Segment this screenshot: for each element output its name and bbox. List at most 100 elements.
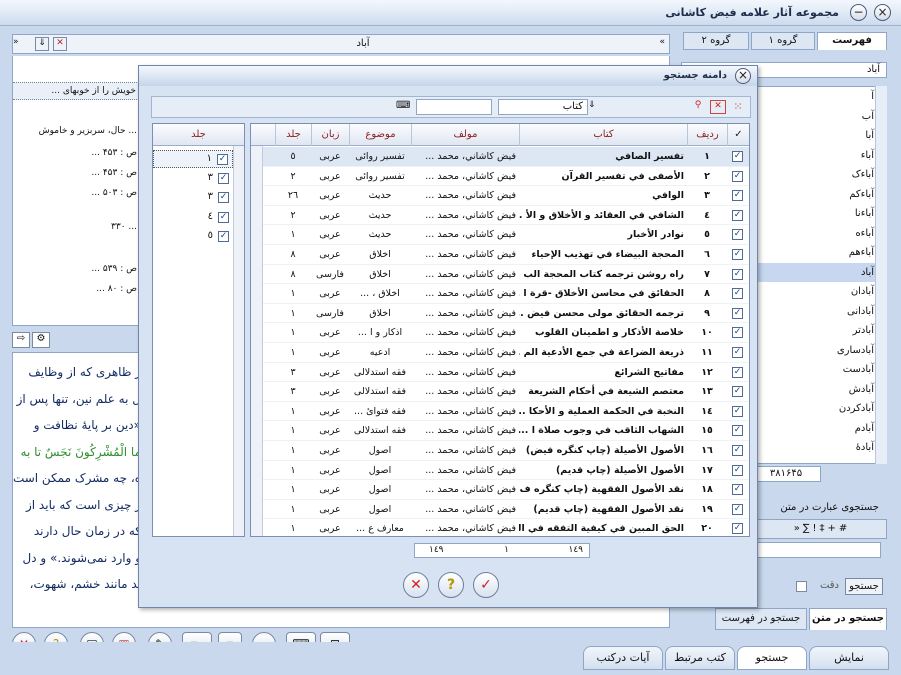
- col-author[interactable]: مولف: [411, 124, 519, 146]
- table-row[interactable]: ✓ ۲ الأصفى في تفسير القرآن فيض كاشاني، محمد…: [251, 167, 749, 187]
- result-line[interactable]: ... ص : ۴۵۳: [13, 148, 141, 158]
- table-row[interactable]: ✓ ۱ تفسير الصافي فيض كاشاني، محمد ... تفسير …: [251, 147, 749, 167]
- table-row[interactable]: ✓ ۱۸ نقد الأصول الفقهية (چاپ كنگره ف ... في…: [251, 480, 749, 500]
- table-row[interactable]: ✓ ۳ الوافي فيض كاشاني، محمد ... حديث عربی ۲٦: [251, 186, 749, 206]
- table-row[interactable]: ✓ ٤ الشافي في العقائد و الأخلاق و الأ ... ف…: [251, 206, 749, 226]
- table-row[interactable]: ✓ ۹ ترجمه الحقائق مولى محسن فيض ... فيض كاش…: [251, 304, 749, 324]
- table-row[interactable]: ✓ ۷ راه روشن ترجمه كتاب المحجة الب ... فيض …: [251, 265, 749, 285]
- volume-checkbox[interactable]: ✓: [218, 192, 229, 203]
- col-book[interactable]: کتاب: [519, 124, 687, 146]
- grid-scrollbar[interactable]: [251, 146, 263, 536]
- close-icon[interactable]: ×: [874, 4, 891, 21]
- combo-dropdown-icon[interactable]: ⇓: [588, 100, 600, 114]
- tab-display[interactable]: نمایش: [809, 646, 889, 670]
- row-checkbox[interactable]: ✓: [732, 484, 743, 496]
- tab-search[interactable]: جستجو: [737, 646, 807, 670]
- row-checkbox[interactable]: ✓: [732, 229, 743, 241]
- row-checkbox[interactable]: ✓: [732, 405, 743, 417]
- row-checkbox[interactable]: ✓: [732, 151, 743, 162]
- table-row[interactable]: ✓ ۱۷ الأصول الأصيلة (چاپ قديم) فيض كاشاني، …: [251, 461, 749, 481]
- tool-icon[interactable]: ⚙: [32, 332, 50, 348]
- combo-field[interactable]: کتاب: [498, 99, 588, 115]
- table-row[interactable]: ✓ ٦ المحجة البيضاء في تهذيب الإحياء فيض كاش…: [251, 245, 749, 265]
- row-checkbox[interactable]: ✓: [732, 170, 743, 182]
- table-row[interactable]: ✓ ۱۲ مفاتيح الشرائع فيض كاشاني، محمد ... فقه…: [251, 363, 749, 383]
- col-vol[interactable]: جلد: [275, 124, 311, 146]
- search-button[interactable]: جستجو: [845, 578, 883, 595]
- row-checkbox[interactable]: ✓: [732, 288, 743, 300]
- row-checkbox[interactable]: ✓: [732, 249, 743, 260]
- tab-group-1[interactable]: گروه ۱: [751, 32, 815, 50]
- go-arrow-icon[interactable]: ⇨: [12, 332, 30, 348]
- table-row[interactable]: ✓ ٥ نوادر الأخبار فيض كاشاني، محمد ... حديث ع…: [251, 225, 749, 246]
- volume-item[interactable]: ✓ ٥: [153, 228, 233, 246]
- result-line[interactable]: ۳۳۰ ...: [13, 222, 141, 232]
- row-checkbox[interactable]: ✓: [732, 209, 743, 221]
- expand-icon[interactable]: »: [13, 37, 27, 51]
- table-row[interactable]: ✓ ۲۰ الحق المبين في كيفية التفقه في الدينف…: [251, 519, 749, 536]
- col-lang[interactable]: زبان: [311, 124, 349, 146]
- row-checkbox[interactable]: ✓: [732, 464, 743, 476]
- tab-search-in-text[interactable]: جستجو در متن: [809, 608, 887, 630]
- result-line[interactable]: ... ص : ۸۰: [13, 284, 141, 294]
- volume-checkbox[interactable]: ✓: [218, 231, 229, 242]
- collapse-icon[interactable]: «: [659, 37, 665, 47]
- row-checkbox[interactable]: ✓: [732, 523, 743, 535]
- row-checkbox[interactable]: ✓: [732, 503, 743, 515]
- tab-related-books[interactable]: کتب مرتبط: [665, 646, 735, 670]
- table-row[interactable]: ✓ ۸ الحقائق في محاسن الأخلاق -قرة ا ... فيض…: [251, 284, 749, 304]
- text-search-input[interactable]: [753, 542, 881, 558]
- row-checkbox[interactable]: ✓: [732, 347, 743, 358]
- table-row[interactable]: ✓ ۱٤ النخبة في الحكمة العملية و الأحكا ...…: [251, 402, 749, 422]
- index-scrollbar[interactable]: [875, 86, 887, 464]
- exact-checkbox[interactable]: [796, 581, 807, 592]
- clear-icon[interactable]: ✕: [53, 37, 67, 51]
- result-line[interactable]: حال، سربزیر و خاموش ...: [13, 126, 141, 136]
- help-button[interactable]: ?: [438, 572, 464, 598]
- result-line[interactable]: ... ص : ۵۳۹: [13, 264, 141, 274]
- select-all-icon[interactable]: ⁙: [730, 100, 746, 114]
- row-checkbox[interactable]: ✓: [732, 386, 743, 398]
- row-checkbox[interactable]: ✓: [732, 425, 743, 437]
- col-row[interactable]: ردیف: [687, 124, 727, 146]
- volume-checkbox[interactable]: ✓: [218, 172, 229, 184]
- table-row[interactable]: ✓ ۱۱ ذريعة الضراعة في جمع الأدعية الم ... ف…: [251, 343, 749, 363]
- row-checkbox[interactable]: ✓: [732, 190, 743, 202]
- down-arrow-icon[interactable]: ⇓: [35, 37, 49, 51]
- tab-index[interactable]: فهرست: [817, 32, 887, 50]
- table-row[interactable]: ✓ ۱٦ الأصول الأصيلة (چاپ كنگره فيض) فيض كاش…: [251, 441, 749, 461]
- col-subject[interactable]: موضوع: [349, 124, 411, 146]
- result-snippet[interactable]: ... خویش را از خوبهای: [13, 82, 139, 100]
- minimize-icon[interactable]: −: [850, 4, 867, 21]
- tab-search-in-index[interactable]: جستجو در فهرست: [715, 608, 807, 630]
- volume-item[interactable]: ✓ ۱: [153, 150, 233, 168]
- cancel-button[interactable]: ✕: [403, 572, 429, 598]
- row-checkbox[interactable]: ✓: [732, 307, 743, 319]
- volume-item[interactable]: ✓ ۳: [153, 189, 233, 207]
- table-row[interactable]: ✓ ۱۰ خلاصة الأذكار و اطمينان القلوب فيض كاش…: [251, 323, 749, 344]
- volume-item[interactable]: ✓ ٤: [153, 209, 233, 227]
- result-line[interactable]: ... ص : ۵۰۳: [13, 188, 141, 198]
- deselect-icon[interactable]: ✕: [710, 100, 726, 114]
- volume-item[interactable]: ✓ ۳: [153, 170, 233, 188]
- row-checkbox[interactable]: ✓: [732, 268, 743, 280]
- row-checkbox[interactable]: ✓: [732, 366, 743, 378]
- row-checkbox[interactable]: ✓: [732, 445, 743, 456]
- filter-icon[interactable]: ⚲: [690, 100, 706, 114]
- table-row[interactable]: ✓ ۱۹ نقد الأصول الفقهية (چاپ قديم) فيض كاشا…: [251, 500, 749, 520]
- volume-scrollbar[interactable]: [233, 146, 244, 536]
- search-operators[interactable]: »∑!‡+#: [757, 519, 887, 539]
- combo-text-input[interactable]: [416, 99, 492, 115]
- keyboard-small-icon[interactable]: ⌨: [396, 100, 410, 114]
- volume-checkbox[interactable]: ✓: [217, 154, 228, 165]
- tab-group-2[interactable]: گروه ۲: [683, 32, 749, 50]
- row-checkbox[interactable]: ✓: [732, 327, 743, 339]
- volume-checkbox[interactable]: ✓: [218, 211, 229, 223]
- table-row[interactable]: ✓ ۱۳ معتصم الشيعة في أحكام الشريعة فيض كاشا…: [251, 382, 749, 402]
- ok-button[interactable]: ✓: [473, 572, 499, 598]
- result-line[interactable]: ... ص : ۴۵۳: [13, 168, 141, 178]
- col-check[interactable]: ✓: [727, 124, 749, 146]
- tab-verses-in-books[interactable]: آیات درکتب: [583, 646, 663, 670]
- table-row[interactable]: ✓ ۱٥ الشهاب الثاقب في وجوب صلاة ا ... فيض ك…: [251, 421, 749, 442]
- dialog-close-icon[interactable]: ×: [735, 68, 751, 84]
